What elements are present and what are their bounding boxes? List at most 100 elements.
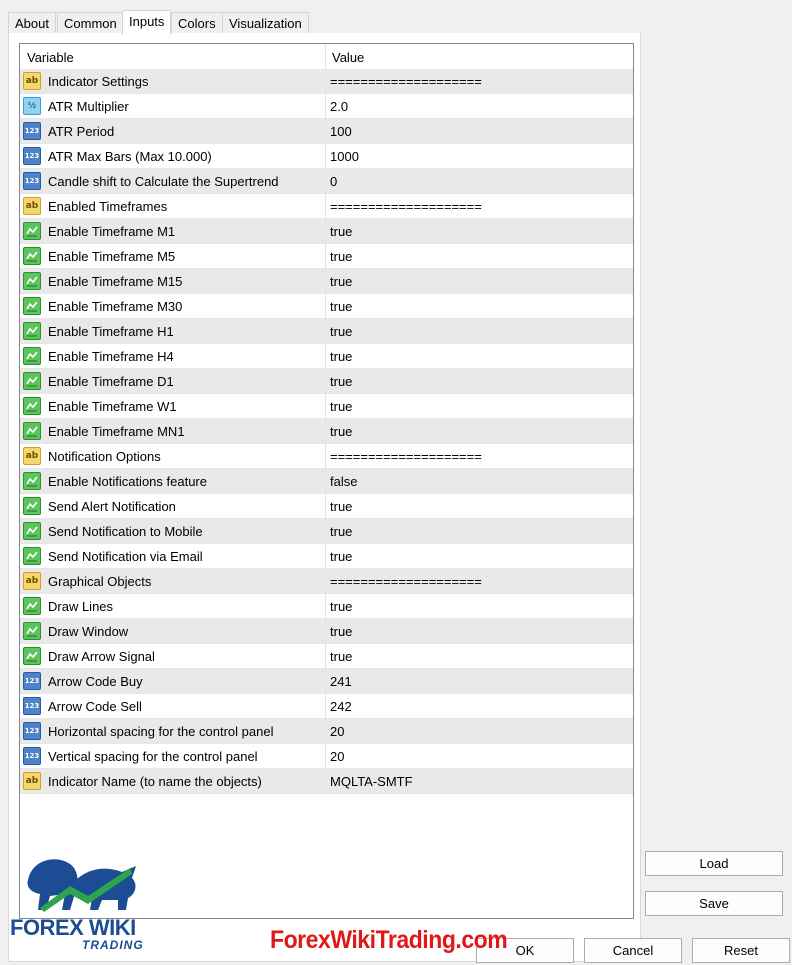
save-button[interactable]: Save <box>645 891 783 916</box>
table-row[interactable]: Draw Arrow Signal true <box>20 644 633 669</box>
row-value[interactable]: true <box>330 644 352 669</box>
tab-visualization[interactable]: Visualization <box>222 12 309 33</box>
row-value[interactable]: true <box>330 619 352 644</box>
table-row[interactable]: Draw Lines true <box>20 594 633 619</box>
row-value[interactable]: false <box>330 469 357 494</box>
row-variable: Enable Timeframe M5 <box>48 249 176 264</box>
row-value[interactable]: true <box>330 344 352 369</box>
table-row[interactable]: Enable Notifications feature false <box>20 469 633 494</box>
row-variable: Candle shift to Calculate the Supertrend <box>48 174 279 189</box>
row-value[interactable]: true <box>330 269 352 294</box>
table-row[interactable]: Enable Timeframe M30 true <box>20 294 633 319</box>
table-row[interactable]: ab Enabled Timeframes ==================== <box>20 194 633 219</box>
row-variable: Draw Lines <box>48 599 114 614</box>
row-value[interactable]: true <box>330 519 352 544</box>
row-variable: Enable Timeframe MN1 <box>48 424 185 439</box>
row-value[interactable]: true <box>330 494 352 519</box>
table-row[interactable]: Send Alert Notification true <box>20 494 633 519</box>
bull-bear-icon <box>27 859 136 912</box>
integer-type-icon: 123 <box>23 697 41 715</box>
table-row[interactable]: Enable Timeframe H1 true <box>20 319 633 344</box>
table-row[interactable]: 123 Vertical spacing for the control pane… <box>20 744 633 769</box>
row-value[interactable]: ==================== <box>330 569 482 594</box>
bool-type-icon <box>23 497 41 515</box>
bool-type-icon <box>23 547 41 565</box>
table-row[interactable]: 123 ATR Period 100 <box>20 119 633 144</box>
table-row[interactable]: Send Notification via Email true <box>20 544 633 569</box>
row-value[interactable]: true <box>330 394 352 419</box>
row-value[interactable]: ==================== <box>330 194 482 219</box>
header-value[interactable]: Value <box>332 44 364 69</box>
row-variable: Arrow Code Buy <box>48 674 143 689</box>
string-type-icon: ab <box>23 197 41 215</box>
row-value[interactable]: 100 <box>330 119 352 144</box>
column-separator[interactable] <box>325 44 326 793</box>
table-row[interactable]: 123 Arrow Code Sell 242 <box>20 694 633 719</box>
table-row[interactable]: Draw Window true <box>20 619 633 644</box>
table-row[interactable]: Enable Timeframe MN1 true <box>20 419 633 444</box>
row-value[interactable]: true <box>330 319 352 344</box>
table-row[interactable]: 123 ATR Max Bars (Max 10.000) 1000 <box>20 144 633 169</box>
load-button[interactable]: Load <box>645 851 783 876</box>
table-row[interactable]: 123 Candle shift to Calculate the Supertr… <box>20 169 633 194</box>
table-row[interactable]: Enable Timeframe W1 true <box>20 394 633 419</box>
table-row[interactable]: ab Notification Options ==================… <box>20 444 633 469</box>
table-row[interactable]: ab Graphical Objects ==================== <box>20 569 633 594</box>
row-value[interactable]: 0 <box>330 169 337 194</box>
row-variable: Enabled Timeframes <box>48 199 168 214</box>
row-variable: Send Alert Notification <box>48 499 176 514</box>
row-variable: Horizontal spacing for the control panel <box>48 724 274 739</box>
grid-header: Variable Value <box>20 44 633 69</box>
string-type-icon: ab <box>23 447 41 465</box>
bool-type-icon <box>23 622 41 640</box>
table-row[interactable]: 123 Horizontal spacing for the control pa… <box>20 719 633 744</box>
table-row[interactable]: ab Indicator Settings ==================== <box>20 69 633 94</box>
row-value[interactable]: true <box>330 594 352 619</box>
table-row[interactable]: Enable Timeframe M15 true <box>20 269 633 294</box>
row-value[interactable]: true <box>330 219 352 244</box>
row-value[interactable]: true <box>330 544 352 569</box>
row-value[interactable]: ==================== <box>330 69 482 94</box>
table-row[interactable]: ½ ATR Multiplier 2.0 <box>20 94 633 119</box>
row-variable: Graphical Objects <box>48 574 152 589</box>
grid-rows: ab Indicator Settings ====================… <box>20 69 633 794</box>
row-value[interactable]: ==================== <box>330 444 482 469</box>
row-value[interactable]: 241 <box>330 669 352 694</box>
bool-type-icon <box>23 322 41 340</box>
table-row[interactable]: Enable Timeframe M1 true <box>20 219 633 244</box>
string-type-icon: ab <box>23 72 41 90</box>
tab-about[interactable]: About <box>8 12 56 33</box>
bool-type-icon <box>23 647 41 665</box>
table-row[interactable]: 123 Arrow Code Buy 241 <box>20 669 633 694</box>
tab-colors[interactable]: Colors <box>171 12 223 33</box>
bool-type-icon <box>23 222 41 240</box>
row-variable: Send Notification to Mobile <box>48 524 203 539</box>
row-value[interactable]: true <box>330 419 352 444</box>
table-row[interactable]: ab Indicator Name (to name the objects) MQ… <box>20 769 633 794</box>
row-variable: Enable Timeframe H4 <box>48 349 174 364</box>
reset-button[interactable]: Reset <box>692 938 790 963</box>
row-value[interactable]: true <box>330 244 352 269</box>
tab-inputs[interactable]: Inputs <box>122 10 172 35</box>
integer-type-icon: 123 <box>23 722 41 740</box>
string-type-icon: ab <box>23 772 41 790</box>
header-variable[interactable]: Variable <box>27 44 74 69</box>
table-row[interactable]: Enable Timeframe H4 true <box>20 344 633 369</box>
watermark-text: ForexWikiTrading.com <box>270 926 508 954</box>
row-variable: Indicator Settings <box>48 74 149 89</box>
row-value[interactable]: 2.0 <box>330 94 348 119</box>
table-row[interactable]: Enable Timeframe M5 true <box>20 244 633 269</box>
row-value[interactable]: 20 <box>330 744 344 769</box>
row-value[interactable]: MQLTA-SMTF <box>330 769 413 794</box>
tab-common[interactable]: Common <box>57 12 124 33</box>
row-value[interactable]: true <box>330 294 352 319</box>
row-value[interactable]: 1000 <box>330 144 359 169</box>
table-row[interactable]: Send Notification to Mobile true <box>20 519 633 544</box>
inputs-grid[interactable]: Variable Value ab Indicator Settings =====… <box>19 43 634 919</box>
row-variable: Notification Options <box>48 449 161 464</box>
row-value[interactable]: 242 <box>330 694 352 719</box>
row-value[interactable]: true <box>330 369 352 394</box>
table-row[interactable]: Enable Timeframe D1 true <box>20 369 633 394</box>
row-value[interactable]: 20 <box>330 719 344 744</box>
cancel-button[interactable]: Cancel <box>584 938 682 963</box>
